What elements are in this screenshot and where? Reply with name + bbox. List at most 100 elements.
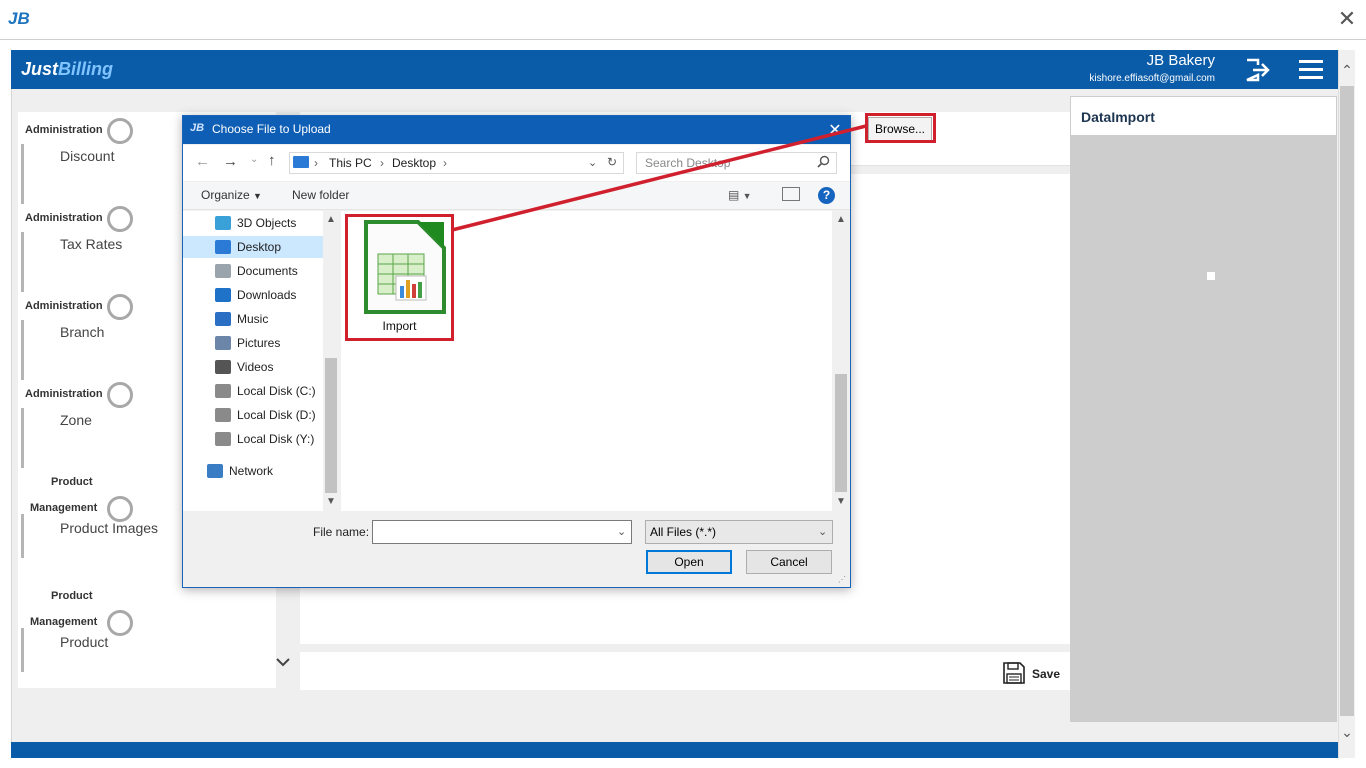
import-highlight-box xyxy=(345,214,454,341)
help-icon[interactable]: ? xyxy=(818,187,835,204)
drive-icon xyxy=(215,408,231,422)
nav-item[interactable]: Local Disk (D:) xyxy=(183,404,323,426)
sidebar-category-label: Administration xyxy=(25,124,103,136)
dialog-close-button[interactable]: ✕ xyxy=(826,120,844,140)
change-view-icon[interactable]: ▤ ▼ xyxy=(728,188,752,202)
nav-item-label: Music xyxy=(237,312,269,326)
address-bar[interactable]: › This PC › Desktop › ⌄ ↻ xyxy=(289,152,624,174)
file-list-scroll-thumb[interactable] xyxy=(835,374,847,492)
nav-item[interactable]: 3D Objects xyxy=(183,212,323,234)
logout-icon[interactable] xyxy=(1243,56,1271,84)
sidebar-item-label[interactable]: Tax Rates xyxy=(60,236,122,252)
nav-item-label: Local Disk (C:) xyxy=(237,384,316,398)
new-folder-button[interactable]: New folder xyxy=(292,188,349,202)
nav-item-label: Local Disk (D:) xyxy=(237,408,316,422)
sidebar-step-line xyxy=(21,514,24,558)
footer-bar xyxy=(11,742,1338,758)
this-pc-icon xyxy=(293,156,309,168)
nav-item-label: Pictures xyxy=(237,336,281,350)
nav-item[interactable]: Downloads xyxy=(183,284,323,306)
sidebar-item-label[interactable]: Branch xyxy=(60,324,104,340)
sidebar-category-label: Administration xyxy=(25,212,103,224)
nav-item-label: Desktop xyxy=(237,240,282,254)
sidebar-step-circle-icon[interactable] xyxy=(107,206,133,232)
sidebar-step-circle-icon[interactable] xyxy=(107,294,133,320)
file-list-scroll-down-icon[interactable]: ▼ xyxy=(836,496,846,507)
hamburger-menu-icon[interactable] xyxy=(1299,60,1323,80)
file-type-value: All Files (*.*) xyxy=(650,525,717,539)
nav-item[interactable]: Local Disk (Y:) xyxy=(183,428,323,450)
3d-objects-icon xyxy=(215,216,231,230)
up-arrow-icon[interactable]: ↑ xyxy=(268,152,276,169)
drive-icon xyxy=(215,384,231,398)
nav-item[interactable]: Desktop xyxy=(183,236,323,258)
brand-logo-part2: Billing xyxy=(58,59,114,79)
forward-arrow-icon[interactable]: → xyxy=(223,153,238,170)
nav-item[interactable]: Music xyxy=(183,308,323,330)
scrollbar-thumb[interactable] xyxy=(1340,86,1354,716)
nav-scroll-up-icon[interactable]: ▲ xyxy=(326,214,336,225)
navigation-pane-scroll-thumb[interactable] xyxy=(325,358,337,493)
window-close-button[interactable]: ✕ xyxy=(1334,6,1360,32)
file-list-scroll-up-icon[interactable]: ▲ xyxy=(836,214,846,225)
drive-icon xyxy=(215,432,231,446)
file-name-input[interactable]: ⌄ xyxy=(372,520,632,544)
browse-highlight-box xyxy=(865,113,936,143)
dialog-app-icon: JB xyxy=(190,122,205,134)
sidebar-category-label: Management xyxy=(30,502,98,514)
organize-button[interactable]: Organize ▼ xyxy=(201,188,262,202)
preview-pane-icon[interactable] xyxy=(782,187,800,201)
search-icon xyxy=(817,155,830,171)
nav-item-label: Documents xyxy=(237,264,298,278)
sidebar-step-line xyxy=(21,232,24,292)
sidebar-step-circle-icon[interactable] xyxy=(107,382,133,408)
app-logo-icon: JB xyxy=(8,9,30,28)
sidebar-item-label[interactable]: Product xyxy=(60,634,108,650)
scroll-up-icon[interactable]: ⌃ xyxy=(1340,62,1354,79)
downloads-icon xyxy=(215,288,231,302)
search-placeholder: Search Desktop xyxy=(645,156,731,170)
file-type-dropdown-icon: ⌄ xyxy=(818,526,828,538)
sidebar-item-label[interactable]: Zone xyxy=(60,412,92,428)
sidebar-category-label: Product xyxy=(51,476,93,488)
nav-scroll-down-icon[interactable]: ▼ xyxy=(326,496,336,507)
sidebar-step-circle-icon[interactable] xyxy=(107,496,133,522)
nav-item[interactable]: Documents xyxy=(183,260,323,282)
recent-locations-chevron-icon[interactable]: ⌄ xyxy=(250,154,258,165)
nav-item[interactable]: Network xyxy=(183,460,323,482)
sidebar-step-circle-icon[interactable] xyxy=(107,610,133,636)
save-button[interactable]: Save xyxy=(1002,660,1060,688)
sidebar-step-line xyxy=(21,144,24,204)
panel-placeholder-dot xyxy=(1207,272,1215,280)
address-dropdown-icon[interactable]: ⌄ xyxy=(588,156,597,169)
file-type-select[interactable]: All Files (*.*) ⌄ xyxy=(645,520,833,544)
sidebar-step-circle-icon[interactable] xyxy=(107,118,133,144)
file-name-dropdown-icon[interactable]: ⌄ xyxy=(617,525,626,538)
pictures-icon xyxy=(215,336,231,350)
nav-item-label: Local Disk (Y:) xyxy=(237,432,315,446)
sidebar-category-label: Product xyxy=(51,590,93,602)
nav-item[interactable]: Pictures xyxy=(183,332,323,354)
sidebar-item-label[interactable]: Product Images xyxy=(60,520,158,536)
back-arrow-icon[interactable]: ← xyxy=(195,153,210,170)
dialog-title: Choose File to Upload xyxy=(212,122,331,136)
dataimport-title: DataImport xyxy=(1081,109,1155,125)
scroll-down-icon[interactable]: ⌄ xyxy=(1340,724,1354,741)
user-email: kishore.effiasoft@gmail.com xyxy=(1089,73,1215,84)
breadcrumb-desktop[interactable]: Desktop xyxy=(392,156,436,170)
search-desktop-input[interactable]: Search Desktop xyxy=(636,152,837,174)
sidebar-scroll-chevron-down-icon[interactable] xyxy=(276,654,292,672)
sidebar-step-line xyxy=(21,320,24,380)
nav-item[interactable]: Local Disk (C:) xyxy=(183,380,323,402)
sidebar-item-label[interactable]: Discount xyxy=(60,148,114,164)
brand-logo-part1: Just xyxy=(21,59,59,79)
nav-item[interactable]: Videos xyxy=(183,356,323,378)
refresh-icon[interactable]: ↻ xyxy=(607,155,617,169)
open-button[interactable]: Open xyxy=(646,550,732,574)
cancel-button[interactable]: Cancel xyxy=(746,550,832,574)
breadcrumb-this-pc[interactable]: This PC xyxy=(329,156,372,170)
music-icon xyxy=(215,312,231,326)
navigation-pane: 3D Objects Desktop Documents Downloads Music… xyxy=(183,211,323,511)
resize-grip-icon[interactable]: ⋰ xyxy=(838,575,846,584)
window-titlebar xyxy=(0,0,1366,40)
